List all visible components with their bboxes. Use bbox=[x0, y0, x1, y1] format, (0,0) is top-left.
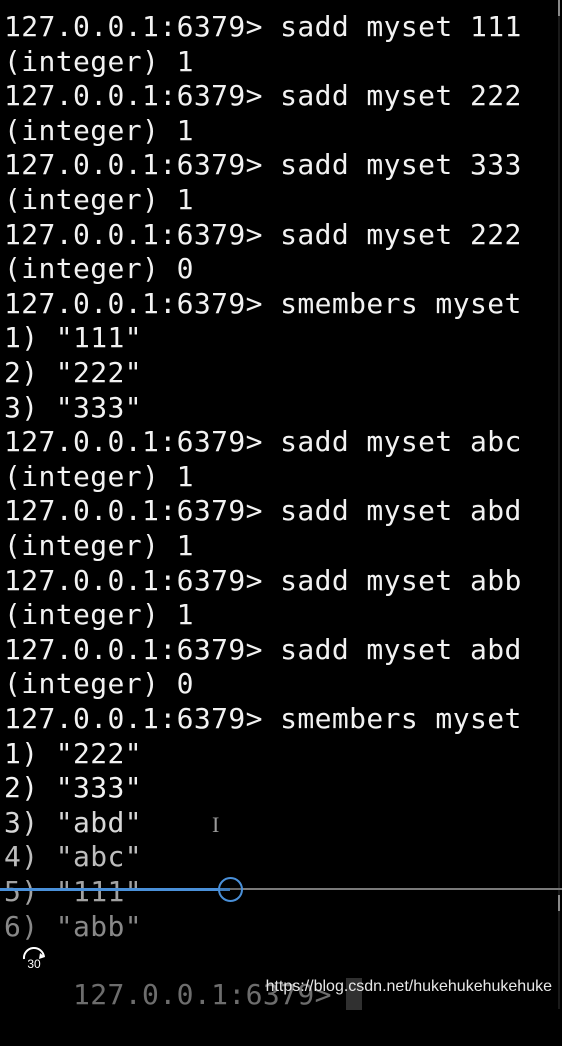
terminal-line: (integer) 1 bbox=[4, 529, 194, 562]
terminal-line: (integer) 1 bbox=[4, 598, 194, 632]
terminal-line: (integer) 1 bbox=[4, 113, 194, 147]
terminal-line: 2) "333" bbox=[4, 771, 143, 805]
terminal-line: 3) "333" bbox=[4, 390, 143, 424]
replay-button[interactable]: 30 bbox=[18, 945, 50, 977]
terminal-line: 2) "222" bbox=[4, 356, 143, 389]
terminal-window[interactable]: 127.0.0.1:6379> sadd myset 111 (integer)… bbox=[0, 0, 562, 1011]
terminal-line: (integer) 0 bbox=[4, 252, 194, 286]
terminal-line: 127.0.0.1:6379> sadd myset 222 bbox=[4, 79, 522, 113]
terminal-prompt-line[interactable]: 127.0.0.1:6379> bbox=[4, 944, 362, 1011]
terminal-line: 3) "abd" bbox=[4, 805, 143, 839]
video-progress-fill bbox=[0, 888, 231, 891]
terminal-line: 6) "abb" bbox=[4, 909, 143, 943]
terminal-line: 127.0.0.1:6379> sadd myset 333 bbox=[4, 148, 522, 182]
terminal-line: 127.0.0.1:6379> sadd myset abd bbox=[4, 632, 522, 666]
terminal-line: 127.0.0.1:6379> sadd myset 111 bbox=[4, 10, 522, 43]
terminal-line: 4) "abc" bbox=[4, 840, 143, 874]
terminal-line: (integer) 1 bbox=[4, 44, 194, 78]
terminal-line: (integer) 0 bbox=[4, 667, 194, 701]
watermark-url: https://blog.csdn.net/hukehukehukehuke bbox=[265, 978, 552, 995]
terminal-line: 1) "222" bbox=[4, 736, 143, 770]
terminal-line: 127.0.0.1:6379> smembers myset bbox=[4, 702, 522, 735]
scrollbar[interactable] bbox=[558, 0, 560, 1009]
replay-seconds-label: 30 bbox=[27, 957, 41, 971]
scrollbar-thumb[interactable] bbox=[558, 0, 560, 16]
terminal-line: 127.0.0.1:6379> sadd myset abd bbox=[4, 494, 522, 528]
i-beam-cursor-icon: I bbox=[212, 812, 220, 837]
terminal-line: (integer) 1 bbox=[4, 459, 194, 493]
terminal-line: (integer) 1 bbox=[4, 183, 194, 216]
terminal-line: 127.0.0.1:6379> sadd myset abb bbox=[4, 563, 522, 597]
terminal-line: 127.0.0.1:6379> smembers myset bbox=[4, 286, 522, 320]
terminal-line: 5) "111" bbox=[4, 875, 143, 908]
terminal-line: 127.0.0.1:6379> sadd myset 222 bbox=[4, 217, 522, 251]
scrollbar-marker bbox=[558, 895, 560, 911]
terminal-line: 1) "111" bbox=[4, 321, 143, 355]
terminal-line: 127.0.0.1:6379> sadd myset abc bbox=[4, 425, 522, 459]
